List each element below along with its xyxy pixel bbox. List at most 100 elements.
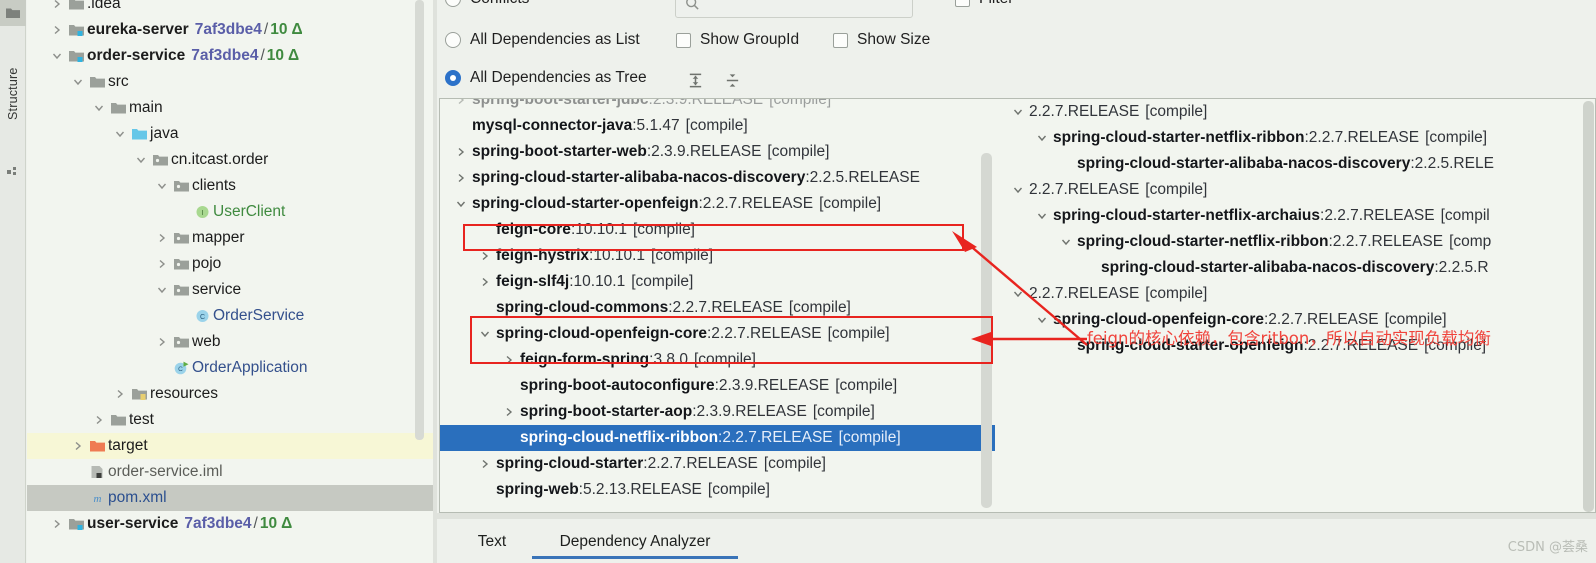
chevron-down-icon[interactable] xyxy=(1007,289,1029,299)
checkbox-show-size[interactable]: Show Size xyxy=(833,31,930,49)
conflicts-radio-indicator[interactable] xyxy=(445,0,461,7)
chevron-right-icon[interactable] xyxy=(474,459,496,469)
chevron-right-icon[interactable] xyxy=(90,415,107,425)
chevron-right-icon[interactable] xyxy=(450,99,472,105)
chevron-down-icon[interactable] xyxy=(1031,133,1053,143)
chevron-down-icon[interactable] xyxy=(69,77,86,87)
dependency-row[interactable]: mysql-connector-java : 5.1.47 [compile] xyxy=(440,113,995,139)
project-tree-item[interactable]: C OrderApplication xyxy=(27,355,433,381)
chevron-right-icon[interactable] xyxy=(153,233,170,243)
usages-tree[interactable]: 2.2.7.RELEASE [compile] spring-cloud-start… xyxy=(995,99,1595,359)
dependency-row[interactable]: spring-boot-autoconfigure : 2.3.9.RELEAS… xyxy=(440,373,995,399)
show-groupid-checkbox[interactable] xyxy=(676,32,691,48)
checkbox-show-groupid[interactable]: Show GroupId xyxy=(676,31,799,49)
project-tool-button[interactable] xyxy=(0,0,26,26)
dependency-row[interactable]: spring-boot-starter-jdbc : 2.3.9.RELEASE… xyxy=(440,99,995,113)
chevron-down-icon[interactable] xyxy=(132,155,149,165)
chevron-down-icon[interactable] xyxy=(1007,107,1029,117)
chevron-down-icon[interactable] xyxy=(474,329,496,339)
usages-tree-pane[interactable]: 2.2.7.RELEASE [compile] spring-cloud-start… xyxy=(995,98,1596,513)
project-tree-item[interactable]: clients xyxy=(27,173,433,199)
chevron-down-icon[interactable] xyxy=(111,129,128,139)
radio-all-dependencies-as-list[interactable]: All Dependencies as List xyxy=(445,31,640,49)
project-tree-item[interactable]: resources xyxy=(27,381,433,407)
project-tree-item[interactable]: order-service.iml xyxy=(27,459,433,485)
dependency-row[interactable]: spring-cloud-commons : 2.2.7.RELEASE [com… xyxy=(440,295,995,321)
structure-tool-button[interactable]: Structure xyxy=(0,34,26,154)
tab-text[interactable]: Text xyxy=(459,525,525,559)
dependency-row[interactable]: spring-boot-starter-web : 2.3.9.RELEASE[… xyxy=(440,139,995,165)
project-tool-window[interactable]: .idea eureka-server 7af3dbe4/10 Δ order-serv… xyxy=(27,0,433,563)
dependency-row[interactable]: spring-cloud-openfeign-core : 2.2.7.RELE… xyxy=(440,321,995,347)
chevron-right-icon[interactable] xyxy=(48,25,65,35)
tab-dependency-analyzer[interactable]: Dependency Analyzer xyxy=(532,525,738,559)
chevron-right-icon[interactable] xyxy=(474,251,496,261)
project-tree-item[interactable]: test xyxy=(27,407,433,433)
chevron-down-icon[interactable] xyxy=(48,51,65,61)
dependency-row[interactable]: feign-hystrix : 10.10.1 [compile] xyxy=(440,243,995,269)
project-tree-item[interactable]: main xyxy=(27,95,433,121)
chevron-right-icon[interactable] xyxy=(69,441,86,451)
project-tree-item[interactable]: src xyxy=(27,69,433,95)
dependency-row[interactable]: spring-cloud-starter : 2.2.7.RELEASE [com… xyxy=(440,451,995,477)
project-tree-item[interactable]: m pom.xml xyxy=(27,485,433,511)
chevron-right-icon[interactable] xyxy=(48,519,65,529)
show-size-checkbox[interactable] xyxy=(833,32,848,48)
chevron-down-icon[interactable] xyxy=(450,199,472,209)
radio-conflicts[interactable]: Conflicts xyxy=(445,0,529,8)
dependency-row[interactable]: 2.2.7.RELEASE [compile] xyxy=(995,281,1595,307)
dependency-row[interactable]: spring-cloud-starter-alibaba-nacos-disco… xyxy=(995,151,1595,177)
chevron-down-icon[interactable] xyxy=(1055,237,1077,247)
project-tree-item[interactable]: java xyxy=(27,121,433,147)
checkbox-filter[interactable]: Filter xyxy=(955,0,1013,8)
chevron-down-icon[interactable] xyxy=(1031,211,1053,221)
project-tree-item[interactable]: pojo xyxy=(27,251,433,277)
project-tree[interactable]: .idea eureka-server 7af3dbe4/10 Δ order-serv… xyxy=(27,0,433,537)
chevron-right-icon[interactable] xyxy=(498,355,520,365)
chevron-right-icon[interactable] xyxy=(153,259,170,269)
dependency-row[interactable]: spring-cloud-starter-openfeign : 2.2.7.R… xyxy=(440,191,995,217)
dependencies-tree[interactable]: spring-boot-starter-jdbc : 2.3.9.RELEASE… xyxy=(440,99,995,503)
dependency-row[interactable]: spring-cloud-starter-netflix-ribbon : 2.… xyxy=(995,125,1595,151)
expand-all-button[interactable] xyxy=(682,67,708,93)
chevron-down-icon[interactable] xyxy=(1031,315,1053,325)
dependency-row[interactable]: spring-boot-starter-aop : 2.3.9.RELEASE[… xyxy=(440,399,995,425)
project-tree-item[interactable]: C OrderService xyxy=(27,303,433,329)
chevron-down-icon[interactable] xyxy=(1007,185,1029,195)
dependency-row[interactable]: feign-form-spring : 3.8.0 [compile] xyxy=(440,347,995,373)
dependency-row[interactable]: spring-cloud-starter-netflix-archaius : … xyxy=(995,203,1595,229)
dependency-row[interactable]: spring-web : 5.2.13.RELEASE [compile] xyxy=(440,477,995,503)
dependency-row[interactable]: feign-slf4j : 10.10.1 [compile] xyxy=(440,269,995,295)
dependency-row[interactable]: feign-core : 10.10.1 [compile] xyxy=(440,217,995,243)
chevron-right-icon[interactable] xyxy=(498,407,520,417)
usages-tree-scrollbar[interactable] xyxy=(1583,101,1594,512)
project-tree-item[interactable]: eureka-server 7af3dbe4/10 Δ xyxy=(27,17,433,43)
project-tree-item[interactable]: web xyxy=(27,329,433,355)
project-tree-item[interactable]: user-service 7af3dbe4/10 Δ xyxy=(27,511,433,537)
project-tree-item[interactable]: .idea xyxy=(27,0,433,17)
chevron-right-icon[interactable] xyxy=(450,147,472,157)
dependency-row-selected[interactable]: spring-cloud-netflix-ribbon : 2.2.7.RELE… xyxy=(440,425,995,451)
chevron-right-icon[interactable] xyxy=(450,173,472,183)
radio-all-dependencies-as-tree[interactable]: All Dependencies as Tree xyxy=(445,69,647,87)
search-field[interactable] xyxy=(675,0,913,18)
dependency-row[interactable]: 2.2.7.RELEASE [compile] xyxy=(995,177,1595,203)
project-tree-scrollbar[interactable] xyxy=(415,0,424,440)
list-radio-indicator[interactable] xyxy=(445,32,461,48)
dependency-row[interactable]: 2.2.7.RELEASE [compile] xyxy=(995,99,1595,125)
project-tree-item[interactable]: target xyxy=(27,433,433,459)
chevron-down-icon[interactable] xyxy=(153,181,170,191)
tree-radio-indicator[interactable] xyxy=(445,70,461,86)
dependencies-tree-scrollbar[interactable] xyxy=(981,153,992,508)
chevron-down-icon[interactable] xyxy=(153,285,170,295)
collapse-all-button[interactable] xyxy=(719,67,745,93)
chevron-down-icon[interactable] xyxy=(90,103,107,113)
dependency-row[interactable]: spring-cloud-starter-alibaba-nacos-disco… xyxy=(440,165,995,191)
filter-checkbox[interactable] xyxy=(955,0,970,7)
project-tree-item[interactable]: I UserClient xyxy=(27,199,433,225)
dependencies-tree-pane[interactable]: spring-boot-starter-jdbc : 2.3.9.RELEASE… xyxy=(439,98,996,513)
chevron-right-icon[interactable] xyxy=(153,337,170,347)
dependency-row[interactable]: spring-cloud-starter-netflix-ribbon : 2.… xyxy=(995,229,1595,255)
project-tree-item[interactable]: mapper xyxy=(27,225,433,251)
chevron-right-icon[interactable] xyxy=(48,0,65,9)
